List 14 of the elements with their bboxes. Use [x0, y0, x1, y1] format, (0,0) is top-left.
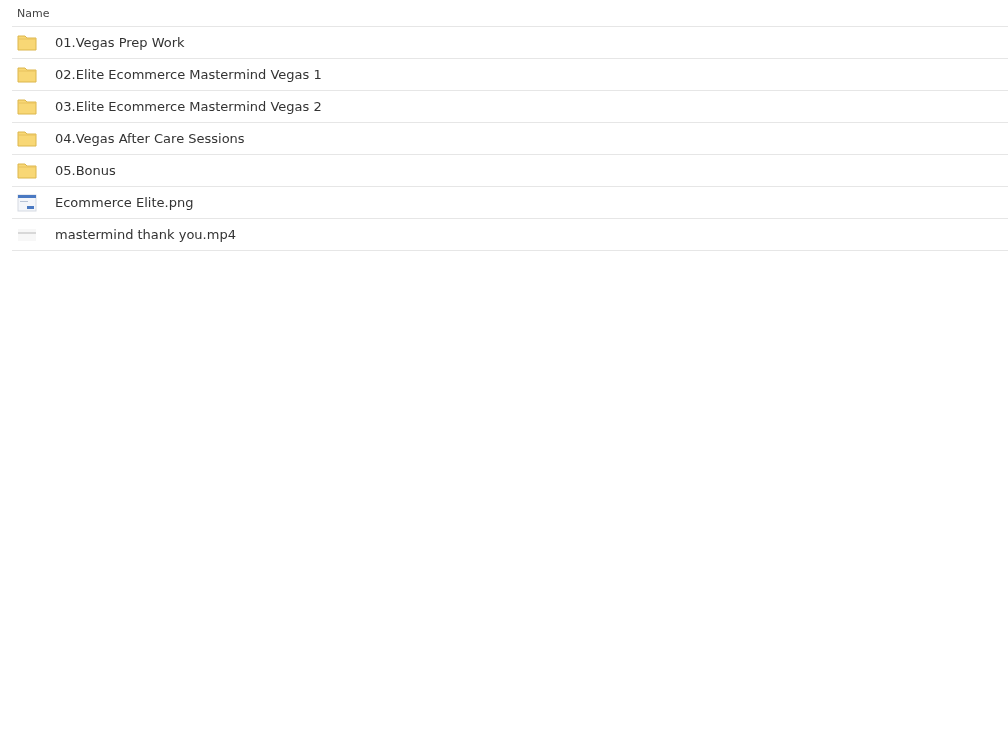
folder-icon	[17, 64, 37, 85]
image-file-icon	[17, 192, 37, 213]
folder-name[interactable]: 05.Bonus	[55, 163, 116, 178]
folder-name[interactable]: 04.Vegas After Care Sessions	[55, 131, 245, 146]
file-name[interactable]: mastermind thank you.mp4	[55, 227, 236, 242]
folder-name[interactable]: 01.Vegas Prep Work	[55, 35, 185, 50]
folder-name[interactable]: 03.Elite Ecommerce Mastermind Vegas 2	[55, 99, 322, 114]
folder-icon	[17, 128, 37, 149]
file-name[interactable]: Ecommerce Elite.png	[55, 195, 194, 210]
folder-icon	[17, 32, 37, 53]
folder-icon	[17, 96, 37, 117]
folder-icon	[17, 160, 37, 181]
column-header[interactable]: Name	[17, 6, 50, 20]
folder-name[interactable]: 02.Elite Ecommerce Mastermind Vegas 1	[55, 67, 322, 82]
